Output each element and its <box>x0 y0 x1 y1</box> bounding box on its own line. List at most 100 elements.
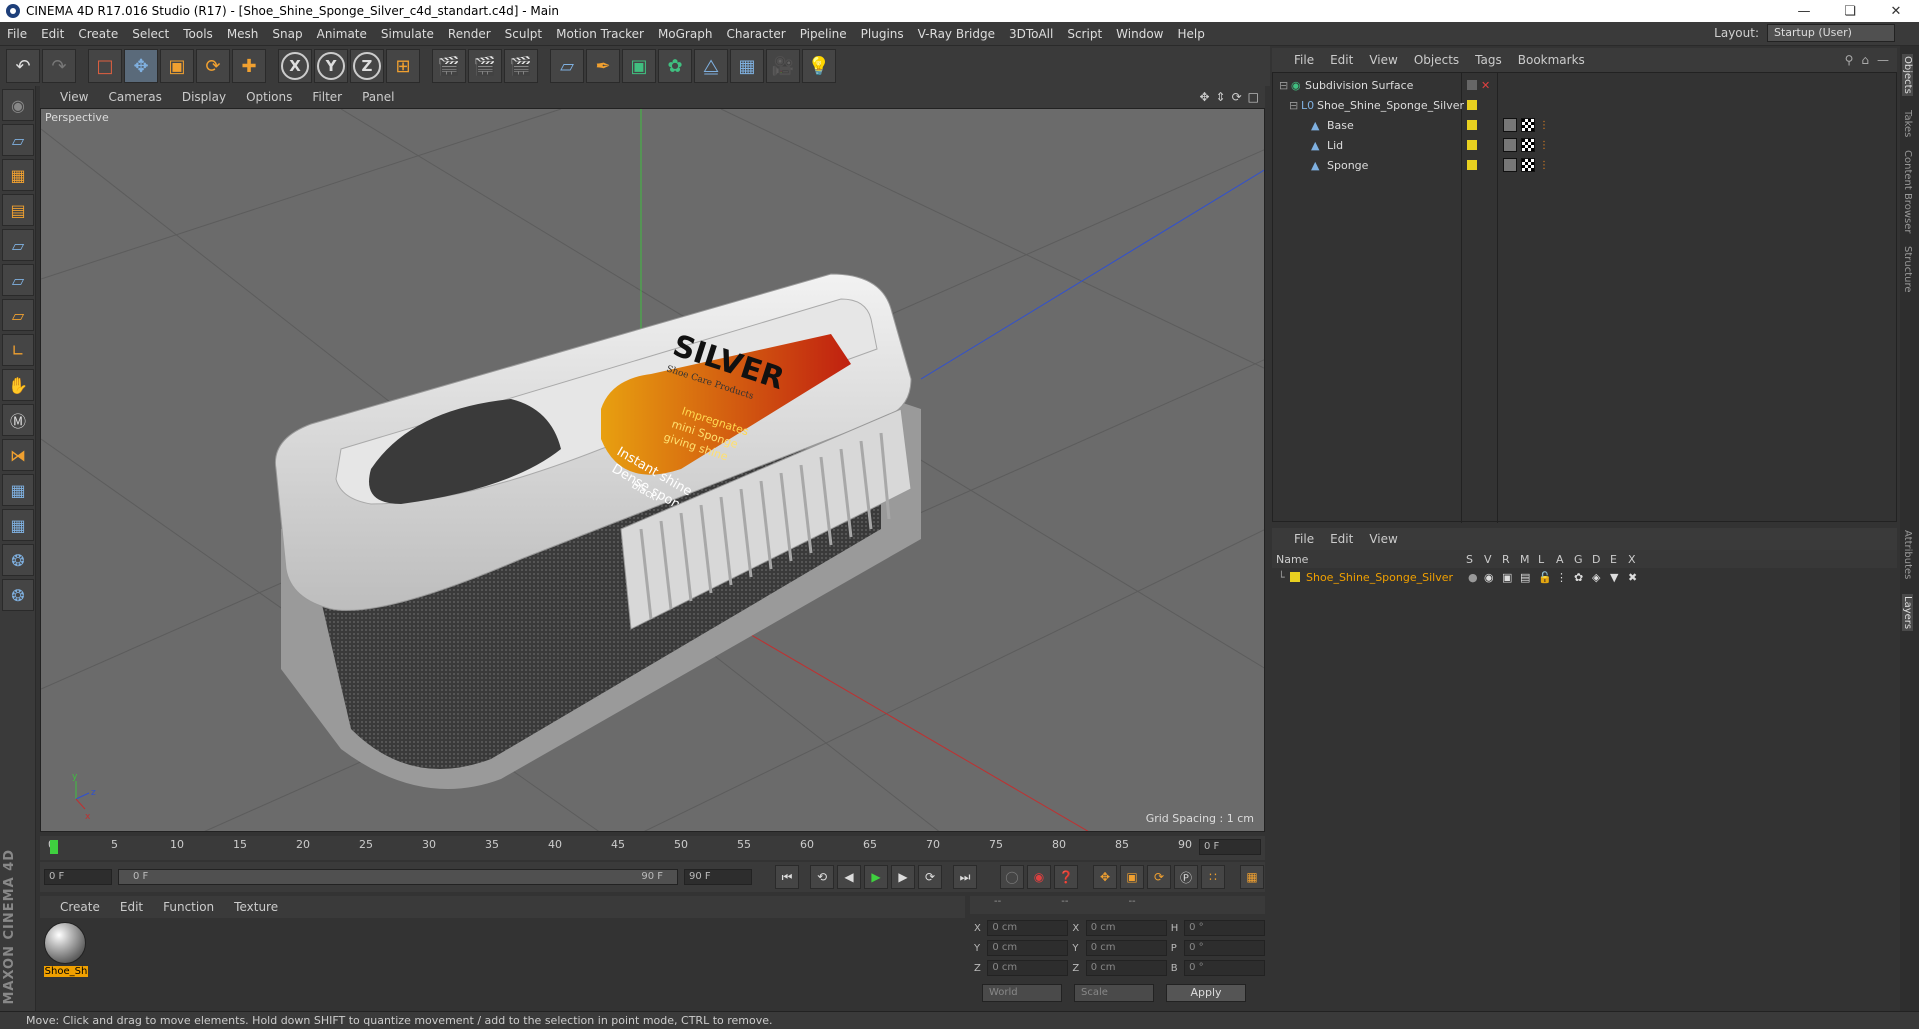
tree-collapse-icon[interactable]: ⊟ <box>1279 79 1288 92</box>
workplane-align-icon[interactable]: ▦ <box>2 509 34 541</box>
step-backward-icon[interactable]: ◀ <box>837 865 861 889</box>
layer-slot[interactable] <box>1467 80 1477 90</box>
texture-mode-icon[interactable]: ▦ <box>2 159 34 191</box>
position-y-field[interactable]: 0 cm <box>987 940 1069 956</box>
menu-mesh[interactable]: Mesh <box>220 27 266 41</box>
lm-menu-edit[interactable]: Edit <box>1322 532 1361 546</box>
object-row[interactable]: ▲ Lid ⋮ <box>1273 135 1898 155</box>
minimize-button[interactable]: — <box>1781 0 1827 22</box>
menu-simulate[interactable]: Simulate <box>374 27 441 41</box>
layout-dropdown[interactable]: Startup (User) <box>1767 24 1895 42</box>
viewport-maximize-icon[interactable]: □ <box>1248 90 1259 104</box>
tab-content-browser[interactable]: Content Browser <box>1902 150 1913 233</box>
cloner-icon[interactable]: ✿ <box>658 49 692 83</box>
layer-generator-icon[interactable]: ✿ <box>1574 571 1583 584</box>
collapse-icon[interactable]: — <box>1877 53 1889 67</box>
floor-scene-icon[interactable]: ▦ <box>730 49 764 83</box>
redo-icon[interactable]: ↷ <box>42 49 76 83</box>
object-row[interactable]: ▲ Sponge ⋮ <box>1273 155 1898 175</box>
points-mode-icon[interactable]: ▱ <box>2 229 34 261</box>
python-icon[interactable]: ❂ <box>2 544 34 576</box>
layer-color-swatch[interactable] <box>1467 160 1477 170</box>
end-frame-field[interactable]: 90 F <box>684 869 752 885</box>
3d-viewport[interactable]: SILVER Shoe Care Products Impregnates mi… <box>40 108 1265 832</box>
om-menu-view[interactable]: View <box>1361 53 1405 67</box>
om-menu-edit[interactable]: Edit <box>1322 53 1361 67</box>
menu-sculpt[interactable]: Sculpt <box>498 27 549 41</box>
record-active-objects-icon[interactable]: ◉ <box>1027 865 1051 889</box>
model-mode-icon[interactable]: ▱ <box>2 124 34 156</box>
layer-color-swatch[interactable] <box>1467 140 1477 150</box>
key-parameter-icon[interactable]: Ⓟ <box>1174 865 1198 889</box>
transform-tool-icon[interactable]: ✚ <box>232 49 266 83</box>
z-axis-lock-icon[interactable]: Z <box>350 49 384 83</box>
viewport-menu-options[interactable]: Options <box>236 90 302 104</box>
layer-xref-icon[interactable]: ✖ <box>1628 571 1637 584</box>
object-row[interactable]: ⊟ L0 Shoe_Shine_Sponge_Silver <box>1273 95 1898 115</box>
lm-menu-view[interactable]: View <box>1361 532 1405 546</box>
viewport-move-icon[interactable]: ✥ <box>1199 90 1209 104</box>
layer-view-icon[interactable]: ◉ <box>1484 571 1494 584</box>
light-icon[interactable]: 💡 <box>802 49 836 83</box>
key-position-icon[interactable]: ✥ <box>1093 865 1117 889</box>
layer-color-swatch[interactable] <box>1290 572 1300 582</box>
tab-attributes[interactable]: Attributes <box>1902 530 1913 579</box>
polygons-mode-icon[interactable]: ▱ <box>2 299 34 331</box>
layer-solo-icon[interactable]: ● <box>1468 571 1478 584</box>
frame-range-slider[interactable]: 0 F 90 F <box>118 869 678 885</box>
render-settings-icon[interactable]: 🎬 <box>504 49 538 83</box>
axis-mode-icon[interactable]: ∟ <box>2 334 34 366</box>
workplane-mode-icon[interactable]: ▤ <box>2 194 34 226</box>
object-row[interactable]: ⊟ ◉ Subdivision Surface ✕ <box>1273 75 1898 95</box>
menu-motion-tracker[interactable]: Motion Tracker <box>549 27 651 41</box>
current-frame-field[interactable]: 0 F <box>1199 839 1261 855</box>
size-x-field[interactable]: 0 cm <box>1085 920 1167 936</box>
search-icon[interactable]: ⚲ <box>1845 53 1854 67</box>
snapping-icon[interactable]: Ⓜ <box>2 404 34 436</box>
layer-deformer-icon[interactable]: ◈ <box>1592 571 1600 584</box>
layer-color-swatch[interactable] <box>1467 100 1477 110</box>
uvw-tag-icon[interactable]: ⋮ <box>1539 160 1549 171</box>
subdivision-generator-icon[interactable]: ▣ <box>622 49 656 83</box>
uvw-tag-icon[interactable]: ⋮ <box>1539 140 1549 151</box>
menu-create[interactable]: Create <box>71 27 125 41</box>
material-tag-icon[interactable] <box>1521 118 1535 132</box>
layer-lock-icon[interactable]: 🔓 <box>1538 571 1552 584</box>
home-icon[interactable]: ⌂ <box>1861 53 1869 67</box>
tab-objects[interactable]: Objects <box>1902 54 1913 96</box>
viewport-menu-cameras[interactable]: Cameras <box>98 90 171 104</box>
pen-spline-icon[interactable]: ✒ <box>586 49 620 83</box>
menu-help[interactable]: Help <box>1170 27 1211 41</box>
menu-tools[interactable]: Tools <box>176 27 220 41</box>
make-editable-icon[interactable]: ◉ <box>2 89 34 121</box>
y-axis-lock-icon[interactable]: Y <box>314 49 348 83</box>
x-axis-lock-icon[interactable]: X <box>278 49 312 83</box>
material-menu-edit[interactable]: Edit <box>110 900 153 914</box>
object-row[interactable]: ▲ Base ⋮ <box>1273 115 1898 135</box>
menu-window[interactable]: Window <box>1109 27 1170 41</box>
material-menu-texture[interactable]: Texture <box>224 900 288 914</box>
start-frame-field[interactable]: 0 F <box>44 869 112 885</box>
phong-tag-icon[interactable] <box>1503 138 1517 152</box>
viewport-menu-filter[interactable]: Filter <box>302 90 352 104</box>
tab-structure[interactable]: Structure <box>1902 246 1913 293</box>
material-menu-function[interactable]: Function <box>153 900 224 914</box>
step-forward-icon[interactable]: ▶ <box>891 865 915 889</box>
tab-layers[interactable]: Layers <box>1902 594 1913 632</box>
om-menu-bookmarks[interactable]: Bookmarks <box>1510 53 1593 67</box>
menu-3dtoall[interactable]: 3DToAll <box>1002 27 1060 41</box>
layer-manager-icon[interactable]: ▤ <box>1520 571 1530 584</box>
go-to-previous-key-icon[interactable]: ⟲ <box>810 865 834 889</box>
material-tag-icon[interactable] <box>1521 158 1535 172</box>
go-to-start-icon[interactable]: ⏮ <box>775 865 799 889</box>
menu-pipeline[interactable]: Pipeline <box>793 27 854 41</box>
move-tool-icon[interactable]: ✥ <box>124 49 158 83</box>
size-y-field[interactable]: 0 cm <box>1085 940 1167 956</box>
edges-mode-icon[interactable]: ▱ <box>2 264 34 296</box>
material-menu-create[interactable]: Create <box>50 900 110 914</box>
menu-edit[interactable]: Edit <box>34 27 71 41</box>
tree-collapse-icon[interactable]: ⊟ <box>1289 99 1298 112</box>
menu-mograph[interactable]: MoGraph <box>651 27 720 41</box>
viewport-menu-view[interactable]: View <box>50 90 98 104</box>
menu-character[interactable]: Character <box>719 27 792 41</box>
